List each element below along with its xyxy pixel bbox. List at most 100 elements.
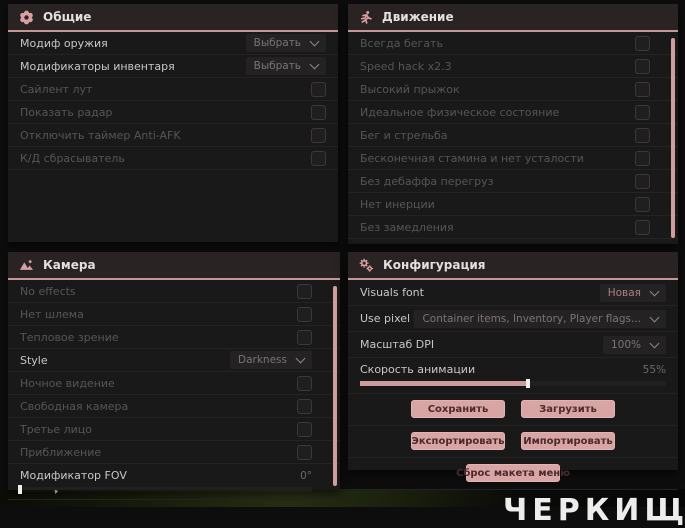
slider[interactable] xyxy=(360,379,666,388)
row-label: Speed hack x2.3 xyxy=(360,59,452,73)
settings-row[interactable]: Третье лицо xyxy=(8,418,340,441)
settings-row[interactable]: Всегда бегать xyxy=(348,32,678,55)
panel-movement-header[interactable]: Движение xyxy=(348,4,678,32)
dropdown[interactable]: Выбрать xyxy=(245,57,326,75)
checkbox[interactable] xyxy=(297,421,312,437)
panel-config-header[interactable]: Конфигурация xyxy=(348,252,678,280)
reset-menu-layout-button[interactable]: Сброс макета меню xyxy=(456,464,570,482)
save-button[interactable]: Сохранить xyxy=(411,400,505,418)
dropdown-value: Новая xyxy=(607,286,641,299)
settings-row[interactable]: Нет шлема xyxy=(8,303,340,326)
row-label: Use pixel font for xyxy=(360,312,414,325)
row-label: Высокий прыжок xyxy=(360,82,460,96)
chevron-down-icon xyxy=(295,353,306,364)
checkbox[interactable] xyxy=(635,81,650,97)
import-button[interactable]: Импортировать xyxy=(521,432,615,450)
panel-title: Камера xyxy=(43,258,96,272)
chevron-down-icon xyxy=(649,312,660,322)
panel-general-header[interactable]: Общие xyxy=(8,4,338,32)
checkbox[interactable] xyxy=(297,306,312,322)
settings-row[interactable]: Visuals font Новая Новая xyxy=(348,280,678,306)
checkbox[interactable] xyxy=(311,81,326,97)
checkbox[interactable] xyxy=(297,398,312,414)
panel-general: Общие Модиф оружия Выбрать Выбрать Мо xyxy=(8,4,338,242)
checkbox[interactable] xyxy=(297,283,312,299)
settings-row[interactable]: Бесконечная стамина и нет усталости xyxy=(348,147,678,170)
row-label: Сайлент лут xyxy=(20,82,93,96)
chevron-down-icon xyxy=(649,286,660,296)
chevron-down-icon xyxy=(649,338,660,348)
checkbox[interactable] xyxy=(297,329,312,345)
checkbox[interactable] xyxy=(635,127,650,143)
checkbox[interactable] xyxy=(635,150,650,166)
settings-row[interactable]: Ночное видение xyxy=(8,372,340,395)
panel-title: Конфигурация xyxy=(383,258,486,272)
runner-icon xyxy=(359,10,373,25)
row-label: Бег и стрельба xyxy=(360,128,448,142)
settings-row[interactable]: Use pixel font for Container items, Inve… xyxy=(348,306,678,332)
settings-row[interactable]: Сайлент лут xyxy=(8,78,338,101)
settings-row[interactable]: Speed hack x2.3 xyxy=(348,55,678,78)
dropdown[interactable]: Container items, Inventory, Player flags… xyxy=(414,309,666,328)
mountains-icon xyxy=(19,258,34,272)
panel-camera-header[interactable]: Камера xyxy=(8,252,340,280)
slider[interactable] xyxy=(18,485,312,494)
dropdown[interactable]: Выбрать xyxy=(245,34,326,52)
settings-row[interactable]: Высокий прыжок xyxy=(348,78,678,101)
background-watermark: ЧЕРКИЩЕ xyxy=(503,493,685,528)
slider-handle[interactable] xyxy=(526,379,531,388)
row-label: Ночное видение xyxy=(20,376,115,390)
row-label: Масштаб DPI xyxy=(360,338,435,351)
vertical-scrollbar[interactable] xyxy=(671,38,675,238)
settings-row[interactable]: К/Д сбрасыватель xyxy=(8,147,338,170)
checkbox[interactable] xyxy=(311,104,326,120)
settings-row[interactable]: Показать радар xyxy=(8,101,338,124)
dropdown-value: Container items, Inventory, Player flags… xyxy=(422,312,641,325)
settings-row[interactable]: Отключить таймер Anti-AFK xyxy=(8,124,338,147)
checkbox[interactable] xyxy=(635,196,650,212)
checkbox[interactable] xyxy=(311,127,326,143)
checkbox[interactable] xyxy=(635,219,650,235)
panel-title: Движение xyxy=(382,10,454,24)
load-button[interactable]: Загрузить xyxy=(521,400,615,418)
settings-row[interactable]: Модификатор FOV 0° 0° xyxy=(8,464,340,500)
settings-row[interactable]: Масштаб DPI 100% 100% xyxy=(348,332,678,358)
row-label: Всегда бегать xyxy=(360,36,443,50)
settings-row[interactable]: Без дебаффа перегруз xyxy=(348,170,678,193)
settings-row[interactable]: Приближение xyxy=(8,441,340,464)
checkbox[interactable] xyxy=(311,150,326,166)
dropdown[interactable]: Новая xyxy=(599,283,666,302)
settings-row[interactable]: Бег и стрельба xyxy=(348,124,678,147)
settings-row[interactable]: Нет инерции xyxy=(348,193,678,216)
settings-row[interactable]: Модификаторы инвентаря Выбрать Выбрать xyxy=(8,55,338,78)
checkbox[interactable] xyxy=(297,444,312,460)
row-label: Идеальное физическое состояние xyxy=(360,105,560,119)
button-row: Сброс макета меню xyxy=(348,458,678,490)
settings-row[interactable]: Модиф оружия Выбрать Выбрать xyxy=(8,32,338,55)
settings-row[interactable]: Свободная камера xyxy=(8,395,340,418)
checkbox[interactable] xyxy=(635,58,650,74)
settings-row[interactable]: Style Darkness Darkness xyxy=(8,349,340,372)
row-label: Нет инерции xyxy=(360,197,435,211)
checkbox[interactable] xyxy=(635,35,650,51)
slider-handle[interactable] xyxy=(18,485,22,494)
row-label: No effects xyxy=(20,284,76,298)
vertical-scrollbar[interactable] xyxy=(333,286,337,486)
row-label: Третье лицо xyxy=(20,422,93,436)
checkbox[interactable] xyxy=(635,173,650,189)
settings-row[interactable]: Скорость анимации 55% 55% xyxy=(348,358,678,394)
settings-row[interactable]: No effects xyxy=(8,280,340,303)
row-label: Visuals font xyxy=(360,286,424,299)
row-label: Без замедления xyxy=(360,220,454,234)
dropdown[interactable]: 100% xyxy=(602,335,666,354)
settings-row[interactable]: Без замедления xyxy=(348,216,678,239)
export-button[interactable]: Экспортировать xyxy=(411,432,505,450)
row-label: Модификаторы инвентаря xyxy=(20,59,175,73)
checkbox[interactable] xyxy=(635,104,650,120)
settings-row[interactable]: Идеальное физическое состояние xyxy=(348,101,678,124)
dropdown[interactable]: Darkness xyxy=(230,351,312,369)
checkbox[interactable] xyxy=(297,375,312,391)
settings-row[interactable]: Тепловое зрение xyxy=(8,326,340,349)
chevron-down-icon xyxy=(309,59,320,70)
button-row: Экспортировать Импортировать xyxy=(348,426,678,458)
